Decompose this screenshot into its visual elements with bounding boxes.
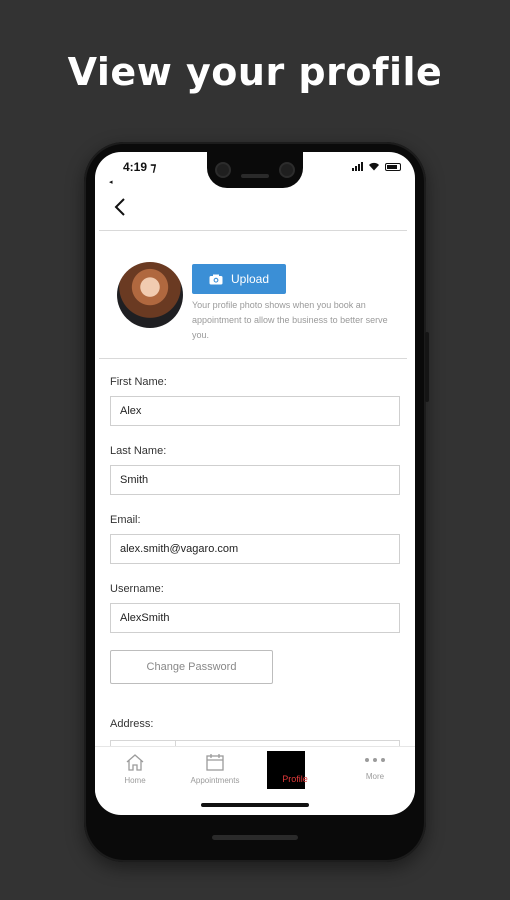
last-name-label: Last Name: — [110, 445, 167, 457]
tab-home[interactable]: Home — [95, 747, 175, 798]
battery-icon — [385, 162, 401, 171]
photo-note: Your profile photo shows when you book a… — [192, 300, 388, 340]
tab-profile-label: Profile — [282, 774, 308, 784]
email-label: Email: — [110, 514, 141, 526]
status-time: 4:19 ⁊ — [123, 160, 157, 174]
power-button — [425, 332, 429, 402]
tab-appointments[interactable]: Appointments — [175, 747, 255, 798]
upload-label: Upload — [230, 272, 270, 286]
status-back-to-app[interactable]: ◂ — [109, 178, 113, 186]
phone-screen: 4:19 ⁊ ◂ Upload Your profile photo shows… — [95, 152, 415, 815]
phone-frame: 4:19 ⁊ ◂ Upload Your profile photo shows… — [84, 142, 429, 862]
speaker-grille — [241, 174, 269, 178]
more-dots-icon — [365, 758, 385, 762]
home-indicator[interactable] — [201, 803, 309, 807]
change-password-button[interactable]: Change Password — [110, 650, 273, 684]
upload-photo-button[interactable]: Upload — [192, 264, 286, 294]
home-icon — [126, 754, 144, 771]
tab-more[interactable]: More — [335, 747, 415, 798]
header-divider — [99, 230, 407, 231]
status-icons — [352, 162, 401, 171]
camera-icon — [215, 162, 231, 178]
username-label: Username: — [110, 583, 164, 595]
username-field[interactable]: AlexSmith — [110, 603, 400, 633]
avatar[interactable] — [117, 262, 183, 328]
camera-icon — [209, 274, 223, 284]
signal-icon — [352, 162, 363, 171]
first-name-field[interactable]: Alex — [110, 396, 400, 426]
phone-chin-speaker — [212, 835, 298, 840]
calendar-icon — [206, 754, 224, 771]
tab-profile[interactable]: Profile — [255, 747, 335, 798]
tab-home-label: Home — [124, 776, 146, 785]
camera-notch — [207, 152, 303, 188]
tab-appointments-label: Appointments — [190, 776, 240, 785]
profile-divider — [99, 358, 407, 359]
sensor-icon — [279, 162, 295, 178]
wifi-icon — [369, 162, 379, 171]
promo-headline: View your profile — [67, 50, 443, 94]
email-field[interactable]: alex.smith@vagaro.com — [110, 534, 400, 564]
last-name-field[interactable]: Smith — [110, 465, 400, 495]
chevron-left-icon — [114, 198, 125, 216]
bottom-tab-bar: Home Appointments Profile More — [95, 746, 415, 798]
back-button[interactable] — [105, 192, 135, 222]
tab-more-label: More — [365, 772, 385, 781]
first-name-label: First Name: — [110, 376, 167, 388]
address-label: Address: — [110, 718, 154, 730]
